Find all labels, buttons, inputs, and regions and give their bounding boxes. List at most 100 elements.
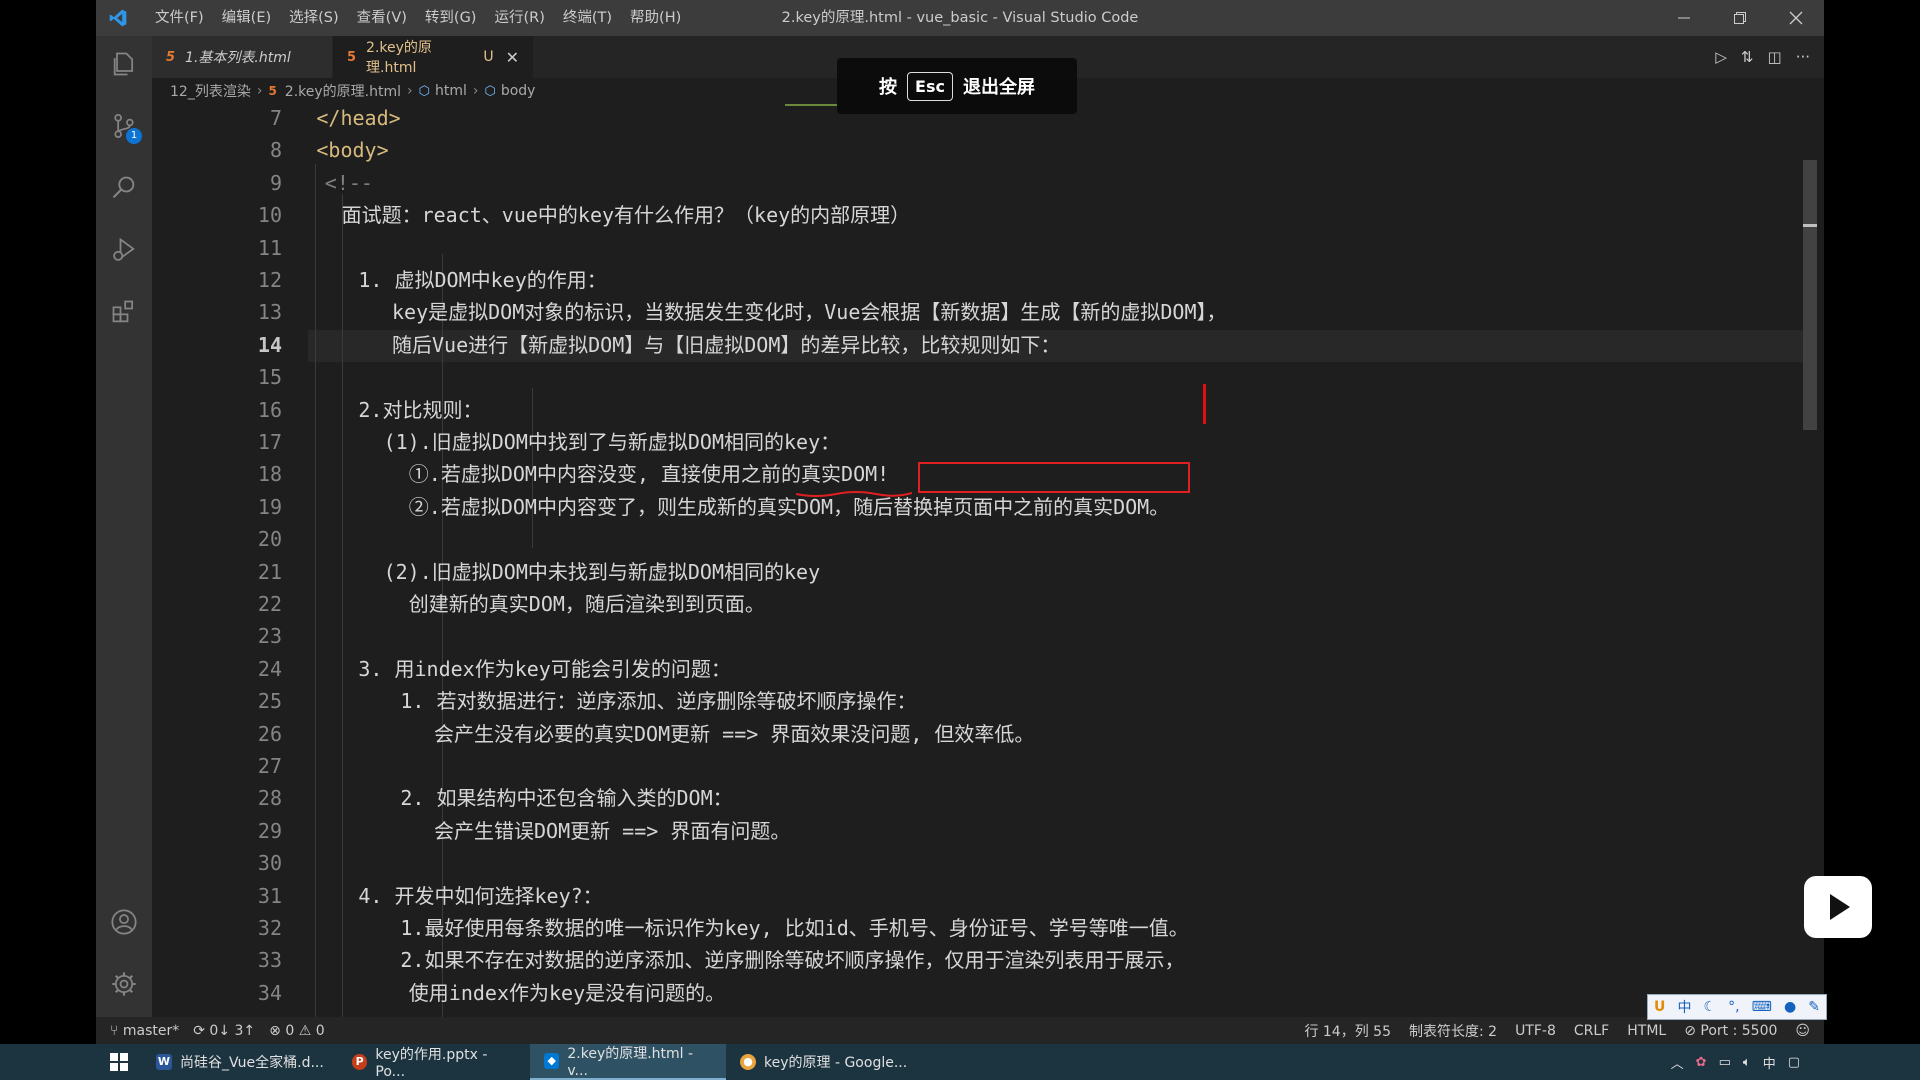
live-server-port[interactable]: ⊘ Port : 5500: [1684, 1023, 1777, 1039]
menu-view[interactable]: 查看(V): [348, 0, 416, 36]
system-tray: ︿ ✿ ▭ 🔈︎ 中 ▢: [1671, 1044, 1800, 1080]
breadcrumb-folder[interactable]: 12_列表渲染: [170, 81, 251, 101]
ime-punct[interactable]: °,: [1728, 999, 1739, 1015]
play-icon: [1830, 894, 1850, 920]
menu-help[interactable]: 帮助(H): [621, 0, 690, 36]
search-icon: [112, 176, 135, 199]
annotation-cursor-mark: [1203, 384, 1206, 424]
manage-button[interactable]: [96, 956, 152, 1012]
source-control-button[interactable]: 1: [96, 98, 152, 154]
tab-key-principle[interactable]: 5 2.key的原理.html U ✕: [333, 36, 533, 78]
hint-post: 退出全屏: [962, 77, 1035, 98]
minimize-button[interactable]: [1656, 0, 1712, 36]
scrollbar-thumb[interactable]: [1803, 160, 1817, 430]
code-line: 12 1. 虚拟DOM中key的作用：: [152, 264, 1802, 296]
breadcrumb-html[interactable]: html: [435, 83, 467, 99]
warning-count: 0: [315, 1022, 325, 1039]
code-line: 8 <body>: [152, 134, 1802, 166]
search-button[interactable]: [96, 160, 152, 216]
menu-file[interactable]: 文件(F): [146, 0, 213, 36]
explorer-button[interactable]: [96, 36, 152, 92]
account-button[interactable]: [96, 894, 152, 950]
scrollbar-cursor-marker: [1803, 224, 1817, 227]
app-tray-icon[interactable]: ✿: [1696, 1055, 1707, 1070]
user-icon[interactable]: ●: [1784, 999, 1796, 1015]
code-line: 34 使用index作为key是没有问题的。: [152, 977, 1802, 1009]
eol[interactable]: CRLF: [1574, 1023, 1609, 1039]
split-editor-icon[interactable]: ◫: [1768, 48, 1782, 66]
ime-logo-icon[interactable]: U: [1654, 999, 1665, 1015]
start-button[interactable]: [96, 1044, 142, 1080]
breadcrumb-body[interactable]: body: [501, 83, 536, 99]
sync-item[interactable]: ⟳ 0↓ 3↑: [193, 1023, 255, 1039]
annotation-highlight-box: [918, 462, 1190, 493]
task-label: key的作用.pptx - Po...: [375, 1047, 488, 1080]
hint-pre: 按: [879, 77, 898, 98]
error-icon: ⊗: [269, 1022, 286, 1039]
code-text: ②.若虚拟DOM中内容变了，则生成新的真实DOM，随后替换掉页面中之前的真实DO…: [408, 494, 1170, 519]
taskbar-powerpoint[interactable]: P key的作用.pptx - Po...: [338, 1044, 530, 1080]
encoding[interactable]: UTF-8: [1515, 1023, 1556, 1039]
run-debug-icon: [113, 237, 135, 261]
overlay-underline: [785, 104, 837, 106]
code-text: 会产生错误DOM更新 ==> 界面有问题。: [434, 818, 791, 843]
account-icon: [111, 909, 137, 935]
close-tab-icon[interactable]: ✕: [506, 48, 519, 67]
wrench-icon[interactable]: ✎: [1808, 999, 1820, 1015]
tray-ime[interactable]: 中: [1763, 1053, 1776, 1072]
volume-icon[interactable]: 🔈︎: [1743, 1055, 1751, 1070]
cursor-position[interactable]: 行 14，列 55: [1304, 1021, 1391, 1041]
moon-icon[interactable]: ☾: [1704, 999, 1717, 1015]
code-line: 22 创建新的真实DOM，随后渲染到到页面。: [152, 588, 1802, 620]
breadcrumb-file[interactable]: 2.key的原理.html: [285, 81, 401, 101]
code-text: key是虚拟DOM对象的标识，当数据发生变化时，Vue会根据【新数据】生成【新的…: [392, 300, 1227, 325]
menu-terminal[interactable]: 终端(T): [554, 0, 621, 36]
close-icon: [1789, 11, 1803, 25]
line-number: 20: [257, 527, 282, 552]
line-number: 18: [257, 462, 282, 487]
branch-item[interactable]: ⑂ master*: [110, 1023, 179, 1039]
taskbar-chrome[interactable]: ● key的原理 - Google...: [726, 1044, 922, 1080]
line-number: 8: [269, 138, 282, 163]
line-number: 24: [257, 656, 282, 681]
problems-item[interactable]: ⊗ 0 ⚠ 0: [269, 1023, 325, 1039]
menu-go[interactable]: 转到(G): [416, 0, 486, 36]
run-debug-button[interactable]: [96, 222, 152, 278]
esc-key: Esc: [907, 71, 953, 101]
code-line: 15: [152, 361, 1802, 393]
code-text: (1).旧虚拟DOM中找到了与新虚拟DOM相同的key：: [383, 430, 841, 454]
close-window-button[interactable]: [1768, 0, 1824, 36]
menu-edit[interactable]: 编辑(E): [213, 0, 280, 36]
symbol-element-icon: ⬡: [484, 83, 496, 99]
line-number: 32: [257, 916, 282, 940]
language-mode[interactable]: HTML: [1627, 1023, 1666, 1039]
code-line: 23: [152, 620, 1802, 652]
ime-lang[interactable]: 中: [1677, 997, 1691, 1017]
keyboard-icon[interactable]: ⌨: [1752, 999, 1772, 1015]
extensions-button[interactable]: [96, 284, 152, 340]
run-icon[interactable]: ▷: [1715, 48, 1727, 66]
more-actions-icon[interactable]: ···: [1796, 48, 1810, 66]
feedback-icon[interactable]: ☺: [1795, 1023, 1810, 1039]
chevron-up-icon[interactable]: ︿: [1671, 1053, 1684, 1072]
code-line: 17 (1).旧虚拟DOM中找到了与新虚拟DOM相同的key：: [152, 426, 1802, 458]
tab-basic-list[interactable]: 5 1.基本列表.html: [152, 36, 332, 78]
code-line: 20: [152, 523, 1802, 555]
notifications-icon[interactable]: ▢: [1788, 1055, 1800, 1070]
tab-size[interactable]: 制表符长度: 2: [1409, 1021, 1497, 1041]
line-number: 26: [257, 721, 282, 746]
code-line: 27: [152, 750, 1802, 782]
video-play-button[interactable]: [1804, 876, 1872, 938]
code-editor[interactable]: 7 </head> 8 <body> 9 <!-- 10 面试题：react、vue中的key…: [152, 104, 1824, 1017]
menu-selection[interactable]: 选择(S): [280, 0, 348, 36]
code-text: 2.如果不存在对数据的逆序添加、逆序删除等破坏顺序操作，仅用于渲染列表用于展示，: [400, 948, 1185, 973]
code-line: 11: [152, 232, 1802, 264]
restore-button[interactable]: [1712, 0, 1768, 36]
port-icon: ⊘: [1684, 1022, 1701, 1039]
battery-icon[interactable]: ▭: [1719, 1055, 1731, 1070]
code-line: 13 key是虚拟DOM对象的标识，当数据发生变化时，Vue会根据【新数据】生成【…: [152, 296, 1802, 328]
taskbar-vscode[interactable]: ◆ 2.key的原理.html - v...: [530, 1044, 726, 1080]
menu-run[interactable]: 运行(R): [485, 0, 553, 36]
taskbar-word[interactable]: W 尚硅谷_Vue全家桶.d...: [142, 1044, 338, 1080]
compare-changes-icon[interactable]: ⇅: [1741, 48, 1754, 66]
